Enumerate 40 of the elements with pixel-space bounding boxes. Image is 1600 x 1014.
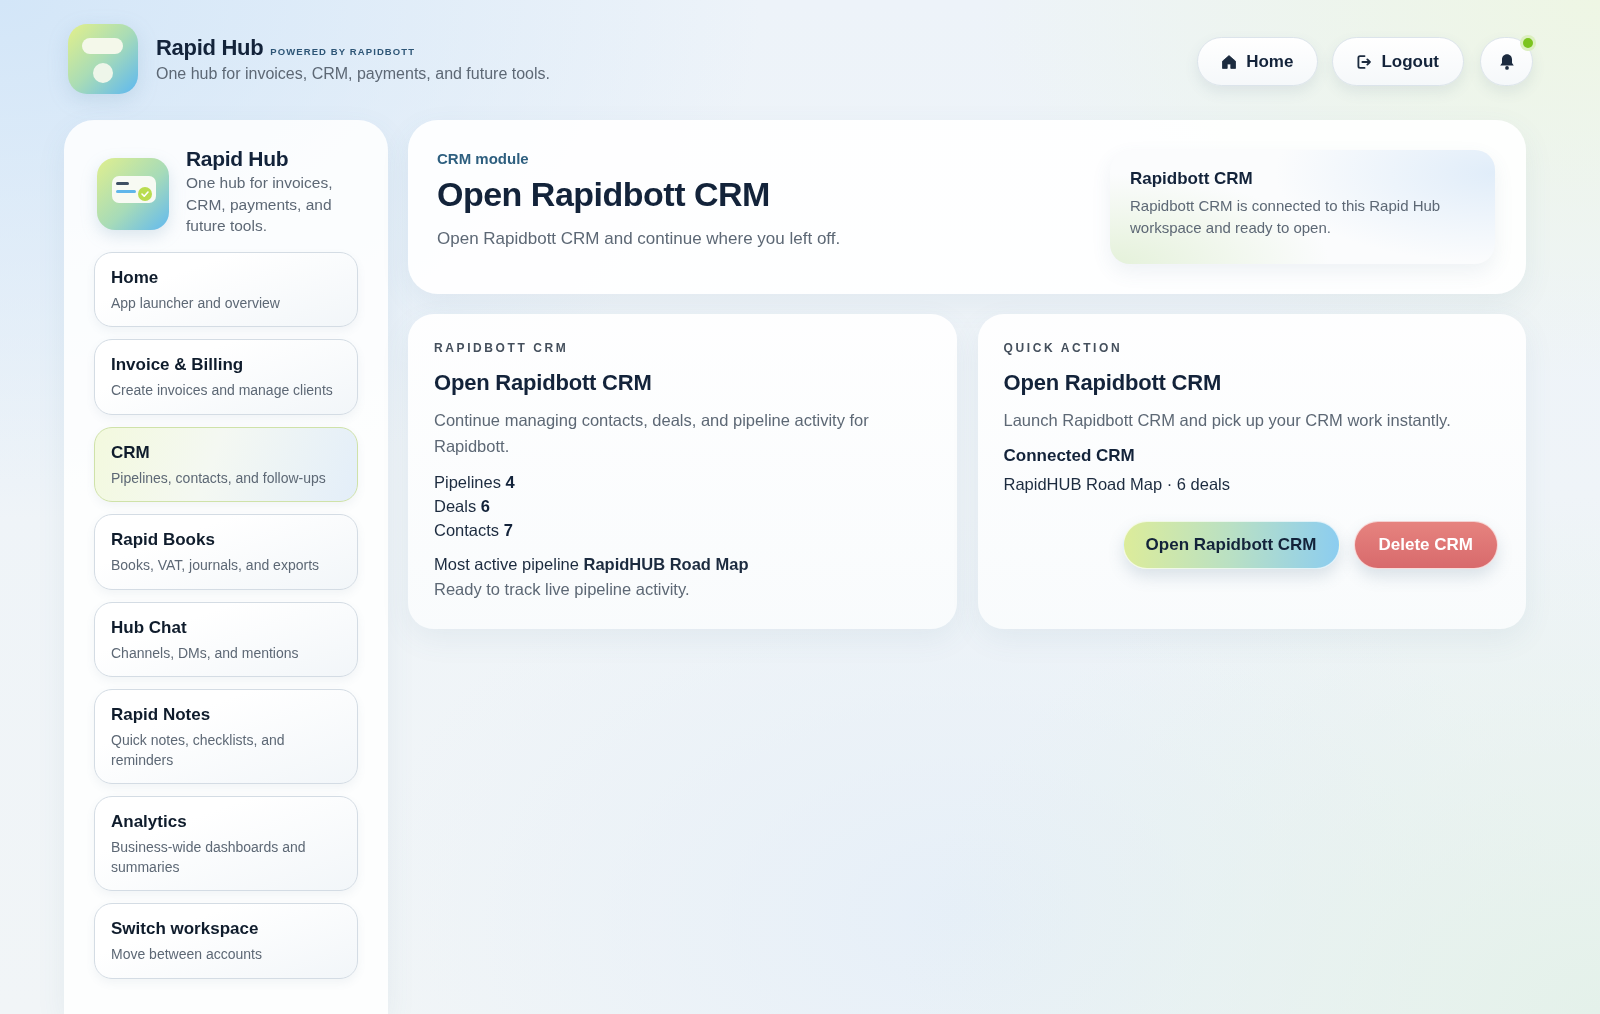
- powered-by-label: POWERED BY RAPIDBOTT: [270, 45, 416, 57]
- home-icon: [1222, 54, 1237, 69]
- stat-line: Deals 6: [434, 496, 491, 517]
- notifications-button[interactable]: [1480, 37, 1533, 86]
- pipeline-line: Most active pipeline RapidHUB Road Map: [434, 554, 750, 575]
- page-subtitle: Open Rapidbott CRM and continue where you left off.: [437, 228, 841, 250]
- nav-item[interactable]: Switch workspace Move between accounts: [94, 903, 358, 979]
- app-logo-icon: [68, 24, 138, 94]
- sidebar-description: One hub for invoices, CRM, payments, and future tools.: [186, 173, 334, 236]
- connected-value: RapidHUB Road Map · 6 deals: [1003, 474, 1232, 495]
- home-button[interactable]: Home: [1197, 37, 1319, 86]
- stat-line: Contacts 7: [434, 520, 514, 541]
- app-logo-icon: [97, 158, 169, 230]
- app-title: Rapid Hub: [156, 34, 264, 61]
- module-label: CRM module: [437, 150, 530, 168]
- open-crm-button[interactable]: Open Rapidbott CRM: [1122, 521, 1340, 569]
- nav-item[interactable]: Rapid Notes Quick notes, checklists, and reminders: [94, 689, 358, 784]
- bell-icon: [1499, 53, 1514, 70]
- page-title: Open Rapidbott CRM: [437, 174, 771, 215]
- nav-item[interactable]: Rapid Books Books, VAT, journals, and exports: [94, 514, 358, 590]
- card-title: Open Rapidbott CRM: [434, 369, 653, 397]
- logout-button[interactable]: Logout: [1332, 37, 1464, 86]
- nav-item[interactable]: Hub Chat Channels, DMs, and mentions: [94, 601, 358, 677]
- nav-item[interactable]: Invoice & Billing Create invoices and manage clients: [94, 339, 358, 415]
- app-tagline: One hub for invoices, CRM, payments, and future tools.: [156, 63, 550, 84]
- pipeline-note: Ready to track live pipeline activity.: [434, 579, 691, 600]
- nav-item[interactable]: Analytics Business-wide dashboards and summaries: [94, 796, 358, 891]
- card-eyebrow: QUICK ACTION: [1003, 340, 1124, 356]
- sidebar-title: Rapid Hub: [186, 146, 290, 172]
- card-title: Open Rapidbott CRM: [1003, 369, 1223, 397]
- nav-item[interactable]: Home App launcher and overview: [94, 251, 358, 327]
- nav-item[interactable]: CRM Pipelines, contacts, and follow-ups: [94, 426, 358, 502]
- logout-icon: [1357, 54, 1372, 69]
- status-text: Rapidbott CRM is connected to this Rapid Hub workspace and ready to open.: [1130, 196, 1442, 238]
- connected-label: Connected CRM: [1003, 445, 1136, 467]
- card-description: Launch Rapidbott CRM and pick up your CRM work instantly.: [1003, 410, 1452, 431]
- stat-line: Pipelines 4: [434, 472, 516, 493]
- status-title: Rapidbott CRM: [1130, 168, 1254, 190]
- card-eyebrow: RAPIDBOTT CRM: [434, 340, 570, 356]
- card-description: Continue managing contacts, deals, and pipeline activity for Rapidbott.: [434, 410, 870, 457]
